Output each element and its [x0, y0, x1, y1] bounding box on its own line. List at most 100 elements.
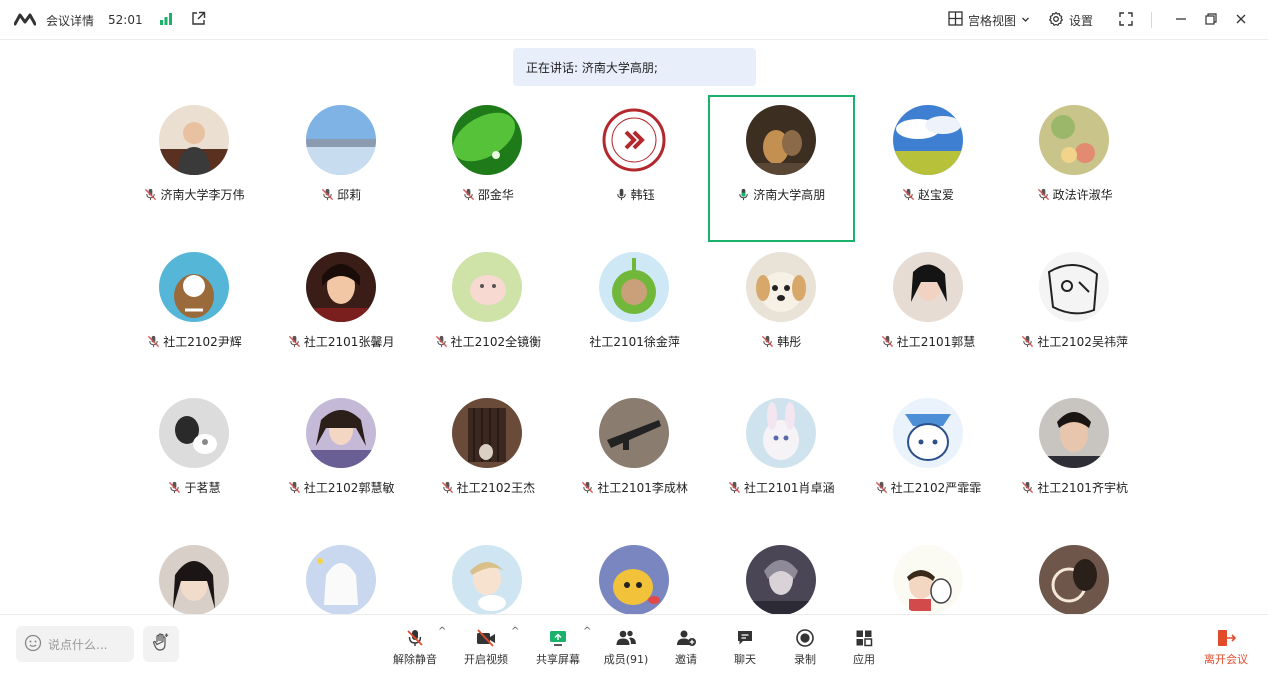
mic-muted-icon: [902, 188, 915, 201]
close-button[interactable]: [1226, 5, 1256, 35]
active-speaker-banner: 正在讲话: 济南大学高朋;: [513, 48, 756, 86]
record-label: 录制: [794, 653, 816, 666]
participant-tile[interactable]: [1001, 535, 1148, 616]
video-options-chevron-up-icon[interactable]: ^: [511, 626, 519, 637]
participant-name: 社工2101郭慧: [896, 334, 976, 349]
participant-name-row: 社工2102王杰: [414, 479, 561, 496]
leave-meeting-button[interactable]: 离开会议: [1202, 627, 1250, 667]
apps-button[interactable]: 应用: [850, 627, 878, 667]
participant-name-row: 济南大学高朋: [708, 186, 855, 203]
mic-muted-icon: [1021, 335, 1034, 348]
top-bar: 会议详情 52:01 宫格视图 设置: [0, 0, 1268, 40]
fullscreen-button[interactable]: [1111, 5, 1141, 35]
avatar: [305, 398, 376, 468]
participant-tile[interactable]: [121, 535, 268, 616]
raise-hand-button[interactable]: [143, 626, 179, 662]
signal-strength-icon[interactable]: [159, 12, 173, 29]
settings-button[interactable]: 设置: [1048, 11, 1093, 30]
participant-name: 济南大学李万伟: [160, 188, 245, 202]
participant-tile[interactable]: [561, 535, 708, 616]
participant-name: 社工2102王杰: [456, 481, 536, 495]
chat-label: 聊天: [734, 653, 756, 666]
participant-name: 社工2101齐宇杭: [1037, 481, 1128, 495]
mic-muted-icon: [441, 481, 454, 494]
avatar: [1039, 251, 1110, 322]
raise-hand-icon: [151, 632, 171, 656]
participant-name-row: 社工2102吴祎萍: [1001, 333, 1148, 350]
restore-icon: [1205, 12, 1217, 28]
participant-grid: 济南大学李万伟 邱莉 邵金华 韩钰 济南大学高朋 赵宝爱 政法许淑华 社工2102尹辉 社工21…: [120, 95, 1148, 615]
participant-tile[interactable]: 韩彤: [708, 242, 855, 389]
share-screen-label: 共享屏幕: [536, 653, 580, 666]
start-video-button[interactable]: 开启视频: [463, 627, 509, 667]
participant-tile[interactable]: 社工2101齐宇杭: [1001, 388, 1148, 535]
unmute-button[interactable]: 解除静音: [392, 627, 438, 667]
mic-muted-icon: [1021, 481, 1034, 494]
participant-tile[interactable]: 韩钰: [561, 95, 708, 242]
minimize-button[interactable]: [1166, 5, 1196, 35]
invite-button[interactable]: 邀请: [672, 627, 700, 667]
participant-tile[interactable]: 政法许淑华: [1001, 95, 1148, 242]
apps-icon: [854, 627, 874, 648]
participant-tile[interactable]: 赵宝爱: [855, 95, 1002, 242]
participant-tile[interactable]: 社工2102吴祎萍: [1001, 242, 1148, 389]
view-mode-dropdown[interactable]: 宫格视图: [948, 11, 1030, 29]
avatar: [159, 398, 229, 468]
mic-icon: [615, 188, 628, 201]
mic-muted-icon: [581, 481, 594, 494]
restore-button[interactable]: [1196, 5, 1226, 35]
participant-tile[interactable]: 社工2102郭慧敏: [268, 388, 415, 535]
chat-button[interactable]: 聊天: [731, 627, 759, 667]
record-button[interactable]: 录制: [791, 627, 819, 667]
participant-tile[interactable]: [268, 535, 415, 616]
mic-muted-icon: [288, 481, 301, 494]
participant-tile[interactable]: 济南大学高朋: [707, 95, 855, 242]
avatar: [892, 105, 963, 175]
participant-name-row: 社工2101郭慧: [855, 333, 1002, 350]
divider: [1151, 12, 1152, 28]
avatar: [305, 105, 376, 175]
participant-tile[interactable]: 邱莉: [268, 95, 415, 242]
participant-tile[interactable]: 社工2101肖卓涵: [708, 388, 855, 535]
audio-options-chevron-up-icon[interactable]: ^: [438, 626, 446, 637]
participant-name-row: 政法许淑华: [1001, 186, 1148, 203]
participant-tile[interactable]: 社工2102尹辉: [121, 242, 268, 389]
participant-tile[interactable]: 于茗慧: [121, 388, 268, 535]
members-icon: [615, 627, 637, 648]
exit-icon: [1215, 627, 1237, 648]
participant-tile[interactable]: 社工2102王杰: [414, 388, 561, 535]
pop-out-icon[interactable]: [191, 11, 206, 29]
participant-tile[interactable]: 社工2101李成林: [561, 388, 708, 535]
avatar: [892, 544, 963, 615]
participant-tile[interactable]: [708, 535, 855, 616]
share-screen-button[interactable]: 共享屏幕: [535, 627, 581, 667]
participant-name: 邵金华: [477, 188, 514, 202]
participant-tile[interactable]: 社工2102严霏霏: [855, 388, 1002, 535]
avatar: [892, 398, 963, 468]
unmute-label: 解除静音: [393, 653, 437, 666]
avatar: [452, 251, 523, 322]
meeting-info-link[interactable]: 会议详情: [46, 12, 94, 29]
avatar: [1039, 398, 1110, 468]
participant-tile[interactable]: 社工2101张馨月: [268, 242, 415, 389]
participant-name: 社工2101李成林: [597, 481, 688, 495]
participant-name: 赵宝爱: [917, 188, 954, 202]
chat-quick-input[interactable]: 说点什么...: [16, 626, 134, 662]
members-button[interactable]: 成员(91): [604, 627, 648, 667]
participant-tile[interactable]: 社工2102全镜衡: [414, 242, 561, 389]
participant-tile[interactable]: 邵金华: [414, 95, 561, 242]
participant-name: 社工2102尹辉: [163, 334, 242, 349]
minimize-icon: [1175, 13, 1187, 28]
participant-tile[interactable]: [414, 535, 561, 616]
mic-muted-icon: [321, 188, 334, 201]
participant-tile[interactable]: [855, 535, 1002, 616]
participant-tile[interactable]: 社工2101郭慧: [855, 242, 1002, 389]
avatar: [599, 544, 670, 615]
participant-name-row: 济南大学李万伟: [121, 186, 268, 203]
participant-tile[interactable]: 社工2101徐金萍: [561, 242, 708, 389]
share-options-chevron-up-icon[interactable]: ^: [583, 626, 591, 637]
emoji-icon[interactable]: [24, 634, 42, 655]
mic-muted-icon: [435, 335, 448, 348]
participant-name: 社工2102全镜衡: [450, 334, 542, 349]
participant-tile[interactable]: 济南大学李万伟: [121, 95, 268, 242]
